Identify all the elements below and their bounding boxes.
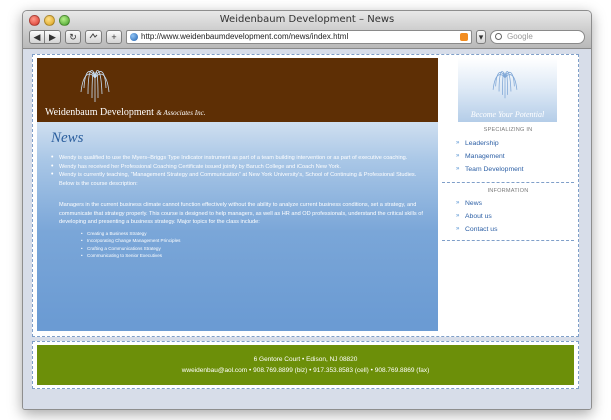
course-description: Managers in the current business climate… bbox=[59, 202, 423, 225]
footer-contact: wweidenbau@aol.com • 908.769.8899 (biz) … bbox=[181, 367, 430, 374]
willow-tree-banner-icon bbox=[492, 71, 518, 99]
news-item: Wendy is currently teaching, “Management… bbox=[51, 171, 430, 188]
add-bookmark-button[interactable]: + bbox=[106, 29, 122, 44]
sidebar-divider bbox=[442, 240, 574, 241]
title-bar: Weidenbaum Development – News ◀ ▶ ↻ + ht… bbox=[23, 11, 591, 49]
address-menu-chevron[interactable]: ▾ bbox=[476, 29, 486, 44]
news-item: Wendy is qualified to use the Myers–Brig… bbox=[51, 154, 430, 163]
specializing-heading: SPECIALIZING IN bbox=[483, 127, 533, 133]
address-url: http://www.weidenbaumdevelopment.com/new… bbox=[141, 31, 349, 41]
search-icon bbox=[495, 32, 502, 40]
site-footer: 6 Gentore Court • Edison, NJ 08820 wweid… bbox=[37, 345, 574, 385]
nav-buttons: ◀ ▶ bbox=[29, 29, 61, 44]
snapback-icon bbox=[89, 32, 98, 38]
news-item: Wendy has received her Professional Coac… bbox=[51, 163, 430, 172]
tagline-banner: Become Your Potential bbox=[458, 58, 557, 122]
sidebar-item-team-development[interactable]: Team Development bbox=[456, 163, 574, 176]
site-header: Weidenbaum Development & Associates Inc. bbox=[37, 58, 438, 122]
reload-button[interactable]: ↻ bbox=[65, 29, 81, 44]
brand-suffix: & Associates Inc. bbox=[156, 109, 206, 117]
sidebar-item-management[interactable]: Management bbox=[456, 150, 574, 163]
tagline: Become Your Potential bbox=[470, 110, 545, 119]
course-topic: Crafting a Communications Strategy bbox=[81, 245, 430, 253]
footer-address: 6 Gentore Court • Edison, NJ 08820 bbox=[253, 356, 358, 363]
forward-button[interactable]: ▶ bbox=[45, 29, 61, 44]
brand-name[interactable]: Weidenbaum Development & Associates Inc. bbox=[45, 107, 205, 118]
browser-window: Weidenbaum Development – News ◀ ▶ ↻ + ht… bbox=[22, 10, 592, 410]
sidebar-item-about-us[interactable]: About us bbox=[456, 210, 574, 223]
browser-toolbar: ◀ ▶ ↻ + http://www.weidenbaumdevelopment… bbox=[29, 28, 585, 45]
main-content: News Wendy is qualified to use the Myers… bbox=[37, 122, 438, 331]
brand-title: Weidenbaum Development bbox=[45, 107, 154, 118]
willow-tree-logo-icon bbox=[80, 70, 110, 102]
course-topic: Incorporating Change Management Principl… bbox=[81, 237, 430, 245]
back-button[interactable]: ◀ bbox=[29, 29, 45, 44]
course-topic: Communicating to Senior Executives bbox=[81, 252, 430, 260]
search-placeholder: Google bbox=[507, 31, 533, 41]
information-heading: INFORMATION bbox=[487, 188, 529, 194]
snapback-button[interactable] bbox=[85, 29, 102, 44]
rss-icon[interactable] bbox=[460, 32, 468, 41]
news-list: Wendy is qualified to use the Myers–Brig… bbox=[51, 154, 430, 188]
window-title: Weidenbaum Development – News bbox=[219, 14, 395, 25]
page-title: News bbox=[51, 130, 84, 146]
globe-icon bbox=[130, 32, 138, 41]
sidebar-item-leadership[interactable]: Leadership bbox=[456, 137, 574, 150]
page-viewport: Weidenbaum Development & Associates Inc.… bbox=[23, 50, 591, 409]
sidebar-divider bbox=[442, 182, 574, 183]
sidebar: Become Your Potential SPECIALIZING IN Le… bbox=[442, 58, 574, 244]
course-topics-list: Creating a Business Strategy Incorporati… bbox=[81, 230, 430, 260]
information-list: News About us Contact us bbox=[456, 197, 574, 236]
sidebar-item-news[interactable]: News bbox=[456, 197, 574, 210]
page-frame: Weidenbaum Development & Associates Inc.… bbox=[32, 54, 579, 337]
footer-frame: 6 Gentore Court • Edison, NJ 08820 wweid… bbox=[32, 341, 579, 389]
sidebar-item-contact-us[interactable]: Contact us bbox=[456, 223, 574, 236]
address-bar[interactable]: http://www.weidenbaumdevelopment.com/new… bbox=[126, 29, 472, 44]
specializing-list: Leadership Management Team Development bbox=[456, 137, 574, 176]
search-input[interactable]: Google bbox=[490, 29, 585, 44]
course-topic: Creating a Business Strategy bbox=[81, 230, 430, 238]
